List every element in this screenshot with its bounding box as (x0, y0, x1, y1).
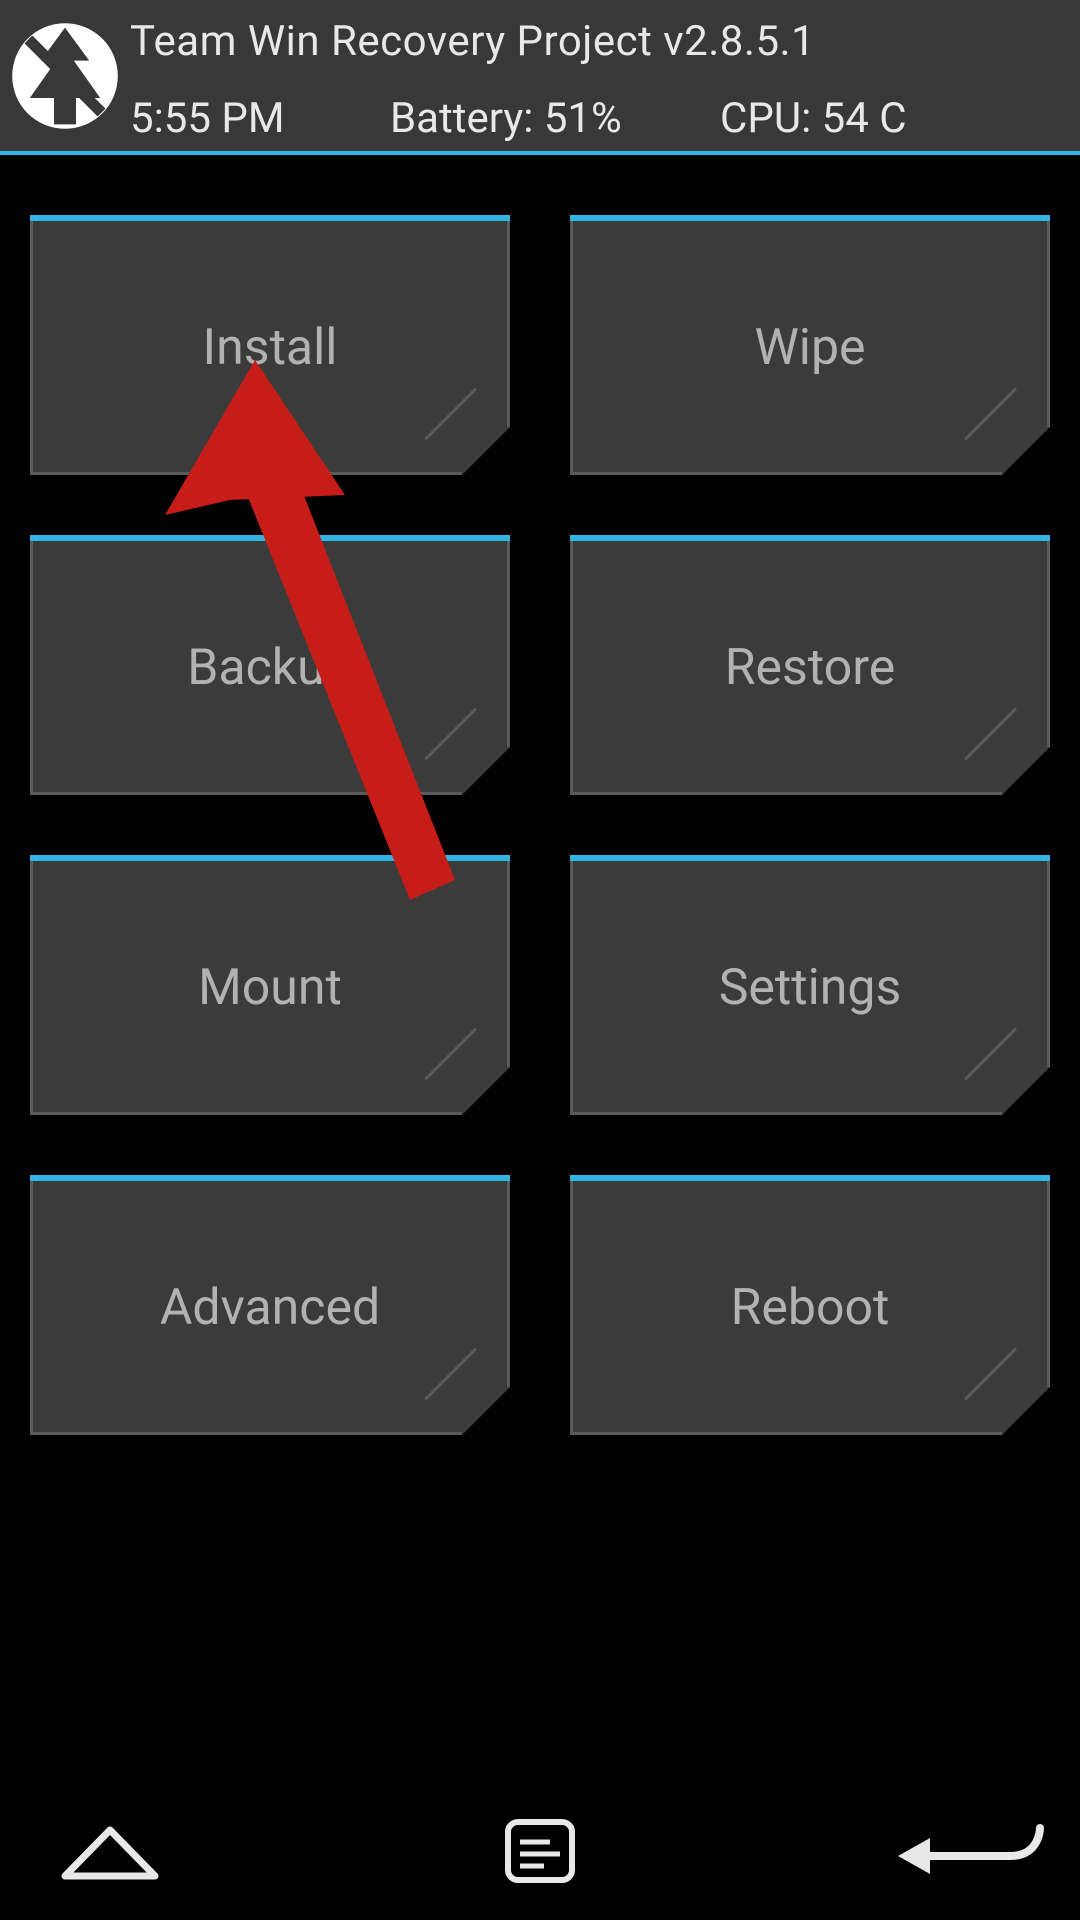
settings-button[interactable]: Settings (570, 855, 1050, 1115)
reboot-label: Reboot (731, 1279, 890, 1337)
backup-button[interactable]: Backup (30, 535, 510, 795)
wipe-button[interactable]: Wipe (570, 215, 1050, 475)
backup-label: Backup (187, 639, 353, 697)
mount-button[interactable]: Mount (30, 855, 510, 1115)
status-cpu-temp: CPU: 54 C (720, 94, 907, 143)
nav-log-button[interactable] (210, 1785, 870, 1920)
home-icon (55, 1816, 165, 1890)
status-time: 5:55 PM (130, 94, 390, 143)
advanced-label: Advanced (160, 1279, 380, 1337)
main-menu-grid: Install Wipe Backup Restore Mount Settin… (0, 155, 1080, 1435)
reboot-button[interactable]: Reboot (570, 1175, 1050, 1435)
status-battery: Battery: 51% (390, 94, 720, 143)
app-title: Team Win Recovery Project v2.8.5.1 (130, 17, 1080, 66)
restore-label: Restore (725, 639, 896, 697)
nav-bar (0, 1785, 1080, 1920)
console-log-icon (504, 1818, 576, 1888)
restore-button[interactable]: Restore (570, 535, 1050, 795)
install-label: Install (203, 319, 338, 377)
install-button[interactable]: Install (30, 215, 510, 475)
mount-label: Mount (198, 959, 342, 1017)
advanced-button[interactable]: Advanced (30, 1175, 510, 1435)
nav-back-button[interactable] (870, 1785, 1070, 1920)
wipe-label: Wipe (754, 319, 865, 377)
header-bar: Team Win Recovery Project v2.8.5.1 5:55 … (0, 0, 1080, 155)
back-arrow-icon (890, 1816, 1050, 1890)
settings-label: Settings (719, 959, 902, 1017)
status-line: 5:55 PM Battery: 51% CPU: 54 C (130, 94, 1080, 143)
nav-home-button[interactable] (10, 1785, 210, 1920)
twrp-logo-icon (0, 0, 130, 151)
